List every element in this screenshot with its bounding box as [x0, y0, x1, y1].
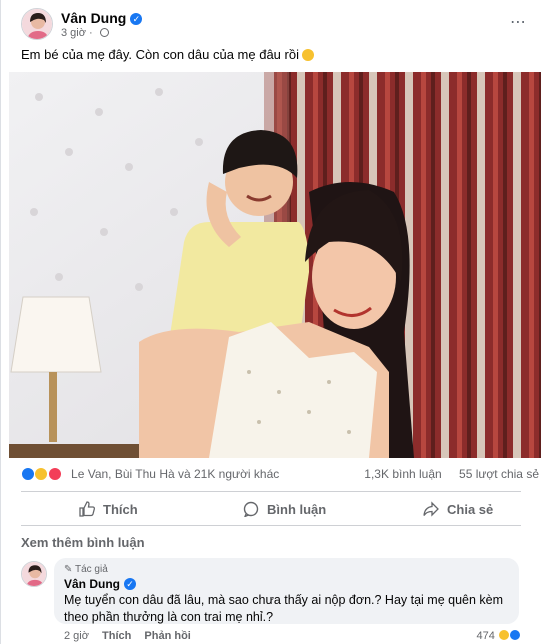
author-tag-label: Tác giả [74, 564, 108, 575]
like-button[interactable]: Thích [79, 497, 138, 521]
post-time[interactable]: 3 giờ [61, 27, 86, 39]
share-icon [423, 501, 439, 517]
like-reaction-icon [509, 629, 521, 641]
thumbs-up-icon [79, 501, 95, 517]
divider-top [21, 491, 521, 492]
verified-badge-icon: ✓ [130, 13, 143, 25]
more-options-icon[interactable]: ⋯ [510, 12, 527, 32]
reaction-summary: Le Van, Bùi Thu Hà và 21K người khác 1,3… [21, 467, 541, 487]
author-avatar[interactable] [21, 8, 53, 40]
post-text: Em bé của mẹ đây. Còn con dâu của mẹ đâu… [21, 47, 314, 62]
commenter-name[interactable]: Vân Dung ✓ [64, 577, 509, 591]
post-photo[interactable] [9, 72, 541, 458]
meta-separator: · [85, 27, 96, 39]
comment-count[interactable]: 1,3K bình luận [364, 467, 441, 481]
author-name-text[interactable]: Vân Dung [61, 10, 126, 26]
haha-reaction-icon [34, 467, 49, 481]
commenter-avatar[interactable] [21, 561, 47, 587]
divider-bottom [21, 525, 521, 526]
comment-button[interactable]: Bình luận [243, 497, 326, 521]
comment-meta: 2 giờ Thích Phản hồi [64, 630, 201, 642]
like-button-label: Thích [103, 501, 138, 517]
reaction-icons[interactable] [21, 467, 62, 481]
comment-reaction-count: 474 [476, 630, 495, 642]
share-button[interactable]: Chia sẻ [423, 497, 493, 521]
comment-like-link[interactable]: Thích [102, 630, 131, 642]
author-name[interactable]: Vân Dung ✓ [61, 10, 143, 26]
share-button-label: Chia sẻ [447, 501, 494, 517]
comment-bubble: ✎ Tác giả Vân Dung ✓ Mẹ tuyển con dâu đã … [54, 558, 519, 624]
love-reaction-icon [47, 467, 62, 481]
comment-text: Mẹ tuyển con dâu đã lâu, mà sao chưa thấ… [64, 593, 504, 624]
commenter-name-text[interactable]: Vân Dung [64, 577, 120, 591]
comment-time[interactable]: 2 giờ [64, 630, 89, 642]
post-meta: 3 giờ · [61, 27, 109, 39]
pencil-icon: ✎ [64, 564, 75, 575]
share-count[interactable]: 55 lượt chia sẻ [459, 467, 539, 481]
engagement-counts: 1,3K bình luận 55 lượt chia sẻ [350, 467, 539, 481]
verified-badge-icon: ✓ [124, 578, 136, 590]
comment-button-label: Bình luận [267, 501, 327, 517]
see-more-comments-link[interactable]: Xem thêm bình luận [21, 535, 145, 550]
globe-icon [99, 28, 109, 37]
post-header: Vân Dung ✓ 3 giờ · ⋯ [21, 8, 533, 42]
post-text-body: Em bé của mẹ đây. Còn con dâu của mẹ đâu… [21, 47, 299, 62]
post-photo-image [9, 72, 541, 458]
post-actions: Thích Bình luận Chia sẻ [21, 497, 521, 521]
like-reaction-icon [21, 467, 35, 481]
post-card: Vân Dung ✓ 3 giờ · ⋯ Em bé của mẹ đây. Cò… [0, 0, 541, 644]
author-tag: ✎ Tác giả [64, 564, 509, 575]
pensive-emoji-icon [301, 49, 314, 61]
comment-icon [243, 501, 259, 517]
comment-reply-link[interactable]: Phản hồi [144, 630, 190, 642]
comment-reactions[interactable]: 474 [476, 629, 521, 642]
reactors-text[interactable]: Le Van, Bùi Thu Hà và 21K người khác [71, 467, 279, 481]
